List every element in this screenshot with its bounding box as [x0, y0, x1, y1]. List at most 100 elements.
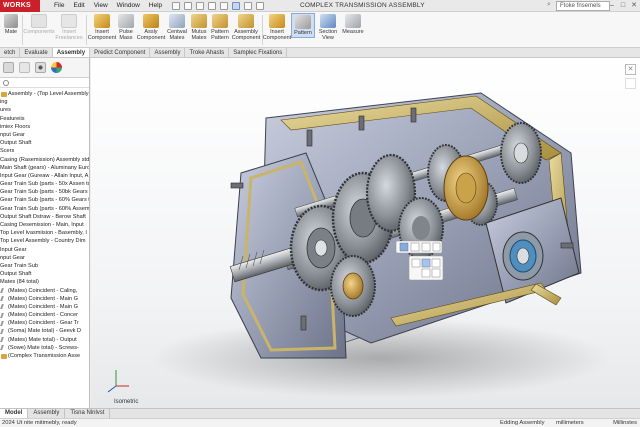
- tree-item[interactable]: Casing Desemission - Main, Input: [0, 221, 89, 229]
- assembly-component-button[interactable]: Assembly Component: [232, 14, 260, 41]
- tab-motion-study[interactable]: Tisna Nlnlvst: [65, 409, 111, 418]
- tab-sketch[interactable]: etch: [0, 48, 21, 57]
- tree-item-label: Top Level Assembly - Country Dim: [0, 238, 86, 245]
- menu-edit[interactable]: Edit: [73, 2, 84, 9]
- tree-filter[interactable]: [0, 78, 89, 88]
- tree-item[interactable]: nput Gear: [0, 254, 89, 262]
- measure-button[interactable]: Measure: [342, 14, 364, 35]
- tab-assembly[interactable]: Assembly: [52, 48, 91, 57]
- menu-view[interactable]: View: [94, 2, 108, 9]
- tree-item-label: (Mates) Coincident - Main G: [8, 295, 78, 302]
- tab-predict-component[interactable]: Predict Component: [90, 48, 151, 57]
- tree-item[interactable]: Gear Train Sub (parts - 50bk Gears to: [0, 188, 89, 196]
- tree-item[interactable]: (Complex Transmission Asse: [0, 352, 89, 360]
- window-controls: – □ ✕: [608, 1, 638, 10]
- pattern-button[interactable]: Pattern: [291, 13, 315, 38]
- feature-tree-icon[interactable]: [3, 62, 14, 73]
- mate-button[interactable]: Mate: [2, 14, 20, 35]
- shift-arm: [530, 283, 562, 306]
- appearance-icon[interactable]: [51, 62, 62, 73]
- select-icon[interactable]: [232, 1, 241, 10]
- insert-freelances-button[interactable]: Insert Freelances: [55, 14, 83, 41]
- tree-item-label: (Mates) Coincident - Main G: [8, 303, 78, 310]
- tree-item[interactable]: Featureiis: [0, 115, 89, 123]
- tree-item[interactable]: nput Gear: [0, 131, 89, 139]
- property-manager-icon[interactable]: [19, 62, 30, 73]
- tree-item[interactable]: Top Level Assembly - Country Dim: [0, 237, 89, 245]
- tree-item[interactable]: (Sowe) Mate total) - Screws-: [0, 344, 89, 352]
- tree-item[interactable]: Assembly - (Top Level Assembly -: [0, 90, 89, 98]
- tab-model[interactable]: Model: [0, 409, 29, 418]
- tree-item[interactable]: Gear Train Sub (parts - 50x Assen to: [0, 180, 89, 188]
- menu-file[interactable]: File: [54, 2, 64, 9]
- mutus-mates-button[interactable]: Mutus Mates: [190, 14, 208, 41]
- mates-icon: [169, 14, 185, 28]
- rebuild-icon[interactable]: [244, 1, 253, 10]
- tree-item[interactable]: (Mates) Coincident - Concer: [0, 311, 89, 319]
- components-button[interactable]: Components: [23, 14, 55, 35]
- view-toggle-icon[interactable]: [625, 78, 636, 89]
- insert-component2-icon: [269, 14, 285, 28]
- tree-item-label: Casing Desemission - Main, Input: [0, 222, 84, 228]
- tree-item[interactable]: (Mates) Coincident - Main G: [0, 303, 89, 311]
- tree-item[interactable]: Scers: [0, 147, 89, 155]
- tree-item[interactable]: Gear Train Sub (parts - 60% Gears to: [0, 196, 89, 204]
- tree-item[interactable]: (Mates) Coincident - Caling,: [0, 287, 89, 295]
- app-logo[interactable]: WORKS: [0, 0, 40, 12]
- tree-item[interactable]: ing: [0, 98, 89, 106]
- open-icon[interactable]: [184, 1, 193, 10]
- config-manager-icon[interactable]: [35, 62, 46, 73]
- tree-item[interactable]: Input Gear: [0, 246, 89, 254]
- maximize-icon[interactable]: □: [619, 1, 627, 10]
- tab-evaluate[interactable]: Evaluate: [20, 48, 53, 57]
- assly-component-button[interactable]: Assly Component: [137, 14, 165, 41]
- tree-item[interactable]: (Mates) Mate total) - Output: [0, 336, 89, 344]
- search-input[interactable]: Ftoke fnsemels: [556, 1, 610, 11]
- assembly-item-icon: [1, 91, 7, 97]
- tree-item[interactable]: Main Shaft (gears) - Aluminany Euro: [0, 164, 89, 172]
- save-icon[interactable]: [196, 1, 205, 10]
- tree-item[interactable]: Gear Train Sub: [0, 262, 89, 270]
- transmission-3d-model[interactable]: [91, 58, 640, 408]
- menu-window[interactable]: Window: [117, 2, 140, 9]
- tree-item-label: (Mates) Coincident - Gear Tr: [8, 320, 79, 327]
- pulse-mass-button[interactable]: Pulse Mass: [116, 14, 136, 41]
- status-units[interactable]: millimeters: [556, 419, 584, 427]
- menu-help[interactable]: Help: [149, 2, 162, 9]
- tab-assembly-2[interactable]: Assembly: [150, 48, 186, 57]
- tab-troke-ahasts[interactable]: Troke Ahasts: [185, 48, 230, 57]
- status-units-right[interactable]: Millinstes: [613, 419, 637, 427]
- options-icon[interactable]: [256, 1, 265, 10]
- insert-component-button[interactable]: Insert Component: [88, 14, 116, 41]
- pattern-pattern-button[interactable]: Pattern Pattern: [209, 14, 231, 41]
- tree-item-label: (Mates) Coincident - Concer: [8, 312, 78, 319]
- tree-item[interactable]: Output Shaft Dstraw - Berow Shaft: [0, 213, 89, 221]
- tree-item[interactable]: (Mates) Coincident - Gear Tr: [0, 319, 89, 327]
- insert-component-button-2[interactable]: Insert Component: [263, 14, 291, 41]
- tree-item[interactable]: (Mates) Coincident - Main G: [0, 295, 89, 303]
- tree-item[interactable]: Mates (84 total): [0, 278, 89, 286]
- close-icon[interactable]: ✕: [630, 1, 638, 10]
- section-view-icon: [320, 14, 336, 28]
- tree-item[interactable]: Output Shaft: [0, 270, 89, 278]
- section-view-button[interactable]: Section View: [318, 14, 338, 41]
- centwal-mates-button[interactable]: Centwal Mates: [166, 14, 188, 41]
- tree-item[interactable]: (Soma) Mate total) - Geevk D: [0, 327, 89, 335]
- tree-item[interactable]: ures: [0, 106, 89, 114]
- tree-item[interactable]: Top Level Ivasmiision - Basembly, I: [0, 229, 89, 237]
- new-doc-icon[interactable]: [172, 1, 181, 10]
- tree-item[interactable]: Input Gear (Gureaw - Allain Input, A: [0, 172, 89, 180]
- minimize-icon[interactable]: –: [608, 1, 616, 10]
- tree-item[interactable]: Output Shaft: [0, 139, 89, 147]
- graphics-area[interactable]: Isometric ✕: [91, 58, 640, 408]
- tab-assembly-bottom[interactable]: Assembly: [28, 409, 66, 418]
- tree-item[interactable]: Gear Train Sub (parts - 60l% Assem: [0, 205, 89, 213]
- tree-item[interactable]: imiex Floors: [0, 123, 89, 131]
- tab-samplec-fixations[interactable]: Samplec Fixations: [229, 48, 288, 57]
- tree-item[interactable]: Casing (Rasemission) Assembly std: [0, 156, 89, 164]
- search-icon[interactable]: ⌕: [547, 1, 555, 11]
- undo-icon[interactable]: [220, 1, 229, 10]
- print-icon[interactable]: [208, 1, 217, 10]
- close-viewport-icon[interactable]: ✕: [625, 64, 636, 75]
- tree-item-label: Top Level Ivasmiision - Basembly, I: [0, 230, 87, 237]
